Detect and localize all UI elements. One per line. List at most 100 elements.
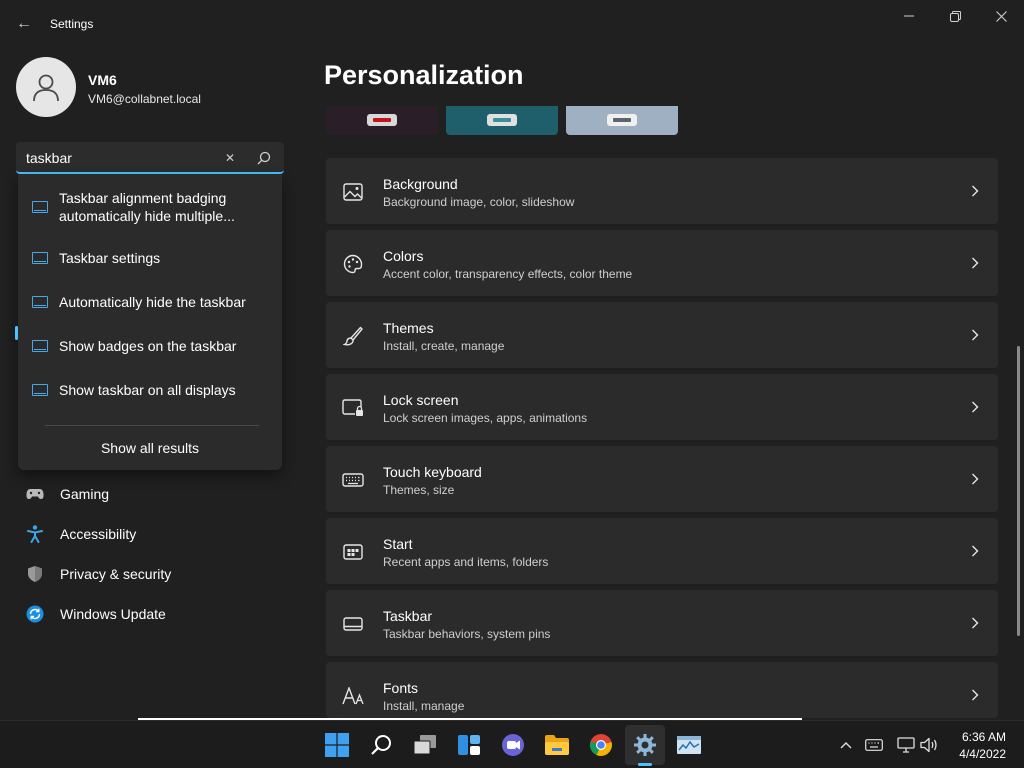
taskbar-preview (487, 114, 517, 126)
selected-nav-indicator (15, 326, 18, 340)
card-subtitle: Background image, color, slideshow (383, 195, 575, 209)
setting-card-background[interactable]: Background Background image, color, slid… (326, 158, 998, 224)
suggestion-item[interactable]: Automatically hide the taskbar (18, 292, 282, 312)
close-icon: ✕ (224, 151, 236, 165)
maximize-button[interactable] (932, 0, 978, 32)
search-icon[interactable] (366, 730, 396, 760)
sidebar-item-label: Gaming (60, 486, 110, 502)
card-title: Colors (383, 248, 424, 264)
taskbar-icon (32, 201, 48, 213)
chevron-right-icon (968, 400, 982, 414)
chevron-right-icon (968, 472, 982, 486)
sidebar-item-privacy-security[interactable]: Privacy & security (18, 556, 284, 592)
search-input[interactable] (26, 148, 216, 168)
setting-card-touch-keyboard[interactable]: Touch keyboard Themes, size (326, 446, 998, 512)
card-title: Start (383, 536, 413, 552)
suggestion-item[interactable]: Show taskbar on all displays (18, 380, 282, 400)
active-app-indicator (638, 763, 652, 766)
back-button[interactable]: ← (8, 8, 40, 40)
card-title: Themes (383, 320, 434, 336)
search-icon (257, 151, 271, 165)
input-keyboard-icon[interactable] (864, 735, 884, 755)
sidebar-item-label: Privacy & security (60, 566, 172, 582)
card-subtitle: Recent apps and items, folders (383, 555, 549, 569)
vertical-scrollbar[interactable] (1017, 346, 1020, 636)
suggestion-item[interactable]: Show badges on the taskbar (18, 336, 282, 356)
divider (45, 425, 259, 426)
suggestion-label: Automatically hide the taskbar (59, 294, 246, 310)
chevron-right-icon (968, 616, 982, 630)
user-name: VM6 (88, 72, 117, 88)
settings-search-box[interactable]: ✕ (16, 142, 284, 174)
chevron-right-icon (968, 328, 982, 342)
suggestion-item[interactable]: Taskbar alignment badging automatically … (18, 187, 282, 227)
minimize-button[interactable] (886, 0, 932, 32)
chevron-right-icon (968, 184, 982, 198)
suggestion-label: Show taskbar on all displays (59, 382, 236, 398)
file-explorer-icon[interactable] (542, 730, 572, 760)
sidebar-item-accessibility[interactable]: Accessibility (18, 516, 284, 552)
taskbar: 6:36 AM 4/4/2022 (0, 720, 1024, 768)
setting-card-colors[interactable]: Colors Accent color, transparency effect… (326, 230, 998, 296)
user-email: VM6@collabnet.local (88, 92, 201, 106)
suggestion-label-line1: Taskbar alignment badging (59, 190, 227, 206)
chevron-up-icon (840, 742, 852, 749)
card-subtitle: Accent color, transparency effects, colo… (383, 267, 633, 281)
taskbar-icon (32, 252, 48, 264)
network-icon[interactable] (896, 735, 916, 755)
chrome-icon[interactable] (586, 730, 616, 760)
suggestion-label: Taskbar settings (59, 250, 161, 266)
setting-card-fonts[interactable]: Fonts Install, manage (326, 662, 998, 718)
clock-date[interactable]: 4/4/2022 (930, 747, 1006, 761)
update-icon (26, 605, 44, 623)
taskbar-icon (32, 296, 48, 308)
setting-card-start[interactable]: Start Recent apps and items, folders (326, 518, 998, 584)
task-view-icon[interactable] (410, 730, 440, 760)
sidebar-item-label: Windows Update (60, 606, 166, 622)
card-subtitle: Lock screen images, apps, animations (383, 411, 588, 425)
theme-thumbnail[interactable] (446, 106, 558, 135)
taskbar-preview (367, 114, 397, 126)
windows-start-icon[interactable] (322, 730, 352, 760)
card-subtitle: Install, manage (383, 699, 465, 713)
taskbar-preview-bar (613, 118, 631, 122)
clock-time[interactable]: 6:36 AM (930, 730, 1006, 744)
show-all-results-button[interactable]: Show all results (18, 440, 282, 456)
card-subtitle: Install, create, manage (383, 339, 505, 353)
search-button[interactable] (254, 148, 274, 168)
fonts-icon (342, 685, 364, 707)
theme-thumbnails (326, 106, 686, 135)
teams-chat-icon[interactable] (498, 730, 528, 760)
sidebar-item-windows-update[interactable]: Windows Update (18, 596, 284, 632)
card-title: Lock screen (383, 392, 459, 408)
taskbar-icon (342, 613, 364, 635)
taskbar-icon (32, 384, 48, 396)
brush-icon (342, 325, 364, 347)
gamepad-icon (26, 485, 44, 503)
clear-search-button[interactable]: ✕ (220, 148, 240, 168)
suggestion-label-line2: automatically hide multiple... (59, 208, 235, 224)
avatar[interactable] (16, 57, 76, 117)
suggestion-item[interactable]: Taskbar settings (18, 248, 282, 268)
setting-card-themes[interactable]: Themes Install, create, manage (326, 302, 998, 368)
performance-monitor-icon[interactable] (674, 730, 704, 760)
settings-gear-icon[interactable] (630, 730, 660, 760)
show-hidden-icons-button[interactable] (836, 735, 856, 755)
widgets-icon[interactable] (454, 730, 484, 760)
back-arrow-icon: ← (16, 15, 32, 32)
sidebar-item-gaming[interactable]: Gaming (18, 476, 284, 512)
setting-card-taskbar[interactable]: Taskbar Taskbar behaviors, system pins (326, 590, 998, 656)
setting-card-lock-screen[interactable]: Lock screen Lock screen images, apps, an… (326, 374, 998, 440)
start-icon (342, 541, 364, 563)
theme-thumbnail[interactable] (326, 106, 438, 135)
shield-icon (26, 565, 44, 583)
close-button[interactable] (978, 0, 1024, 32)
suggestion-label: Show badges on the taskbar (59, 338, 237, 354)
card-title: Fonts (383, 680, 419, 696)
minimize-icon (904, 15, 914, 17)
taskbar-preview (607, 114, 637, 126)
theme-thumbnail[interactable] (566, 106, 678, 135)
palette-icon (342, 253, 364, 275)
search-suggestions: Taskbar alignment badging automatically … (18, 174, 282, 470)
lock-screen-icon (342, 397, 364, 419)
